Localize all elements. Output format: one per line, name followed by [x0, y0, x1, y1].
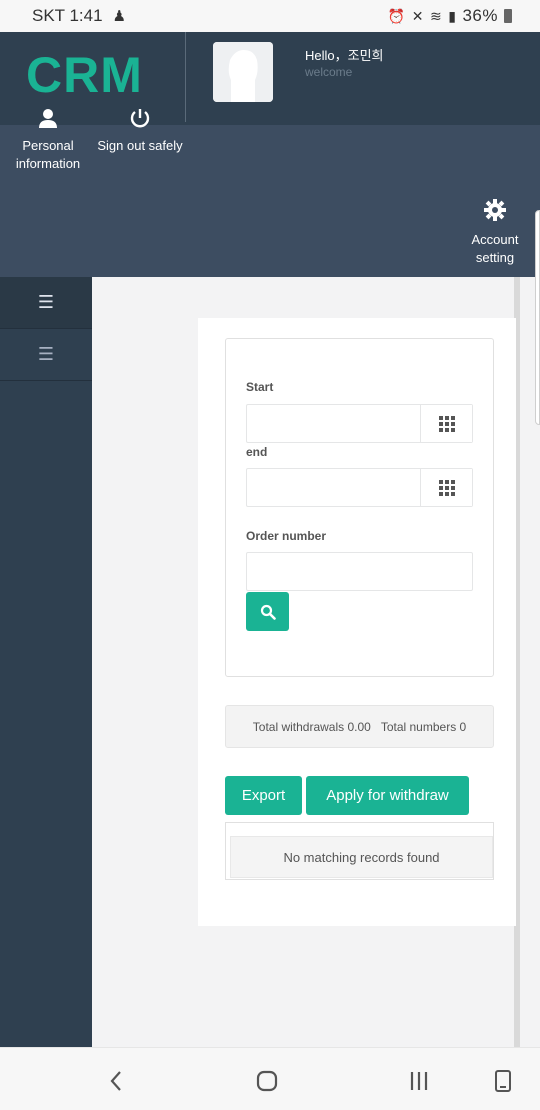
- edge-panel-handle[interactable]: [535, 210, 540, 425]
- system-nav-bar: [0, 1047, 540, 1110]
- apply-withdraw-button[interactable]: Apply for withdraw: [306, 776, 469, 815]
- list-icon: ☰: [37, 344, 55, 364]
- back-button[interactable]: [100, 1066, 132, 1096]
- back-chevron-icon: [110, 1071, 121, 1091]
- welcome-text: welcome: [305, 65, 353, 79]
- sidebar-menu-item[interactable]: ☰: [0, 329, 92, 381]
- total-numbers: Total numbers 0: [380, 719, 467, 734]
- start-label: Start: [246, 380, 274, 394]
- search-icon: [260, 604, 276, 620]
- calendar-grid-icon: [438, 415, 455, 432]
- total-withdrawals: Total withdrawals 0.00: [252, 719, 371, 734]
- start-calendar-button[interactable]: [420, 405, 472, 442]
- header-nav: Personal information Sign out safely Acc…: [0, 109, 540, 277]
- end-calendar-button[interactable]: [420, 469, 472, 506]
- recents-icon: [410, 1072, 428, 1090]
- battery-icon: [504, 9, 512, 23]
- records-table: No matching records found: [225, 822, 494, 880]
- search-button[interactable]: [246, 592, 289, 631]
- gear-icon: [484, 199, 506, 221]
- notification-icon: ♟: [112, 8, 127, 25]
- personal-info-link[interactable]: Personal information: [8, 107, 88, 173]
- signal-icon: ▮: [448, 7, 457, 24]
- personal-info-label: Personal information: [15, 138, 81, 171]
- start-date-input[interactable]: [246, 404, 473, 443]
- alarm-icon: ⏰: [387, 7, 406, 24]
- home-button[interactable]: [251, 1066, 283, 1096]
- order-number-label: Order number: [246, 529, 327, 543]
- avatar[interactable]: [213, 42, 273, 102]
- sign-out-label: Sign out safely: [97, 138, 183, 153]
- empty-table-message: No matching records found: [230, 836, 493, 878]
- home-icon: [256, 1070, 278, 1092]
- screen-button[interactable]: [487, 1066, 519, 1096]
- end-date-input[interactable]: [246, 468, 473, 507]
- greeting: Hello，조민희: [305, 48, 384, 63]
- carrier-time: SKT 1:41: [32, 6, 103, 25]
- end-label: end: [246, 445, 268, 459]
- account-setting-label: Account setting: [471, 232, 519, 265]
- account-setting-link[interactable]: Account setting: [460, 199, 530, 267]
- logo: CRM: [26, 47, 143, 103]
- wifi-icon: ≋: [430, 7, 443, 24]
- export-button[interactable]: Export: [225, 776, 302, 815]
- phone-icon: [495, 1070, 511, 1092]
- totals-summary: Total withdrawals 0.00 Total numbers 0: [225, 705, 494, 748]
- mute-icon: ✕: [411, 7, 425, 24]
- power-icon: [130, 109, 150, 128]
- user-icon: [39, 109, 57, 128]
- hamburger-icon: ☰: [37, 292, 55, 312]
- calendar-grid-icon: [438, 479, 455, 496]
- recents-button[interactable]: [403, 1066, 435, 1096]
- order-number-input[interactable]: [246, 552, 473, 591]
- sidebar: ☰ ☰: [0, 277, 92, 1047]
- sign-out-link[interactable]: Sign out safely: [93, 107, 187, 155]
- status-bar: SKT 1:41 ♟ ⏰ ✕ ≋ ▮ 36%: [0, 0, 540, 32]
- avatar-silhouette-icon: [213, 42, 273, 102]
- battery-level: 36%: [462, 6, 498, 25]
- sidebar-menu-toggle[interactable]: ☰: [0, 277, 92, 329]
